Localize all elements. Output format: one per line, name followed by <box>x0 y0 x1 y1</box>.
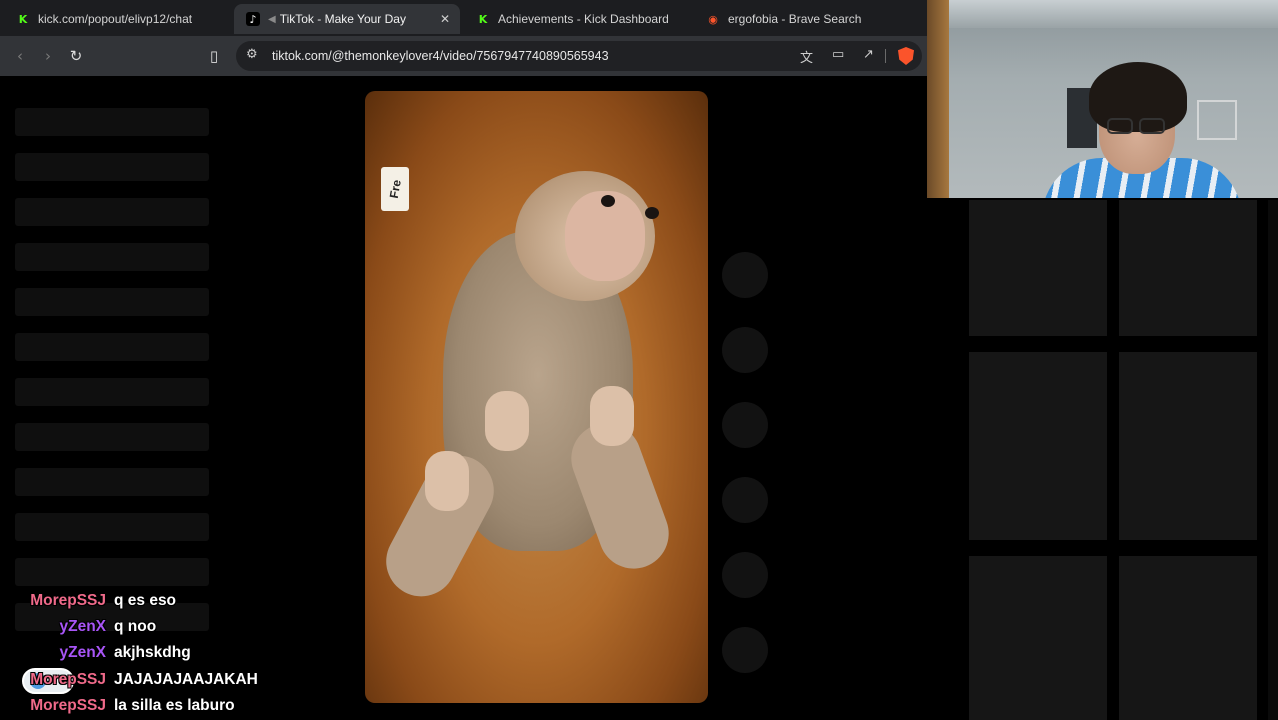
kick-icon: K <box>478 12 488 26</box>
chat-message: yZenX q noo <box>0 615 156 639</box>
address-bar[interactable]: ⚙ tiktok.com/@themonkeylover4/video/7567… <box>236 41 922 71</box>
skeleton-item <box>15 198 209 226</box>
skeleton-item <box>15 108 209 136</box>
forward-arrow-icon[interactable]: › <box>38 46 58 66</box>
tab-brave-search[interactable]: ◉ ergofobia - Brave Search <box>694 4 920 34</box>
skeleton-item <box>15 513 209 541</box>
tab-title: ergofobia - Brave Search <box>728 12 862 26</box>
chat-message: MorepSSJ q es eso <box>0 589 176 613</box>
webcam-ceiling <box>927 0 1278 28</box>
save-button[interactable] <box>722 402 768 448</box>
monkey-eye <box>645 207 659 219</box>
webcam-shelf <box>1197 100 1237 140</box>
video-player[interactable]: Fre <box>365 91 708 703</box>
chat-message: MorepSSJ JAJAJAJAAJAKAH <box>0 668 258 692</box>
speaker-icon[interactable]: ◀ <box>268 14 276 25</box>
tab-kick-chat[interactable]: K kick.com/popout/elivp12/chat <box>4 4 230 34</box>
divider <box>885 49 886 63</box>
tab-kick-achievements[interactable]: K Achievements - Kick Dashboard <box>464 4 690 34</box>
webcam-overlay <box>927 0 1278 198</box>
tab-title: kick.com/popout/elivp12/chat <box>38 12 193 26</box>
monkey-foot <box>425 451 469 511</box>
skeleton-card[interactable] <box>1119 556 1257 720</box>
chat-username: yZenX <box>59 644 106 661</box>
comment-button[interactable] <box>722 327 768 373</box>
skeleton-item <box>15 288 209 316</box>
share-button[interactable] <box>722 477 768 523</box>
glasses-icon <box>1139 118 1165 134</box>
skeleton-item <box>15 333 209 361</box>
chat-text: q noo <box>114 618 157 635</box>
monkey-eye <box>601 195 615 207</box>
tab-strip: K kick.com/popout/elivp12/chat ♪ ◀ TikTo… <box>0 0 927 36</box>
chat-username: MorepSSJ <box>30 592 106 609</box>
skeleton-item <box>15 378 209 406</box>
webcam-door <box>927 0 949 198</box>
monkey-hand <box>485 391 529 451</box>
more-button[interactable] <box>722 627 768 673</box>
skeleton-item <box>15 243 209 271</box>
translate-icon[interactable]: 文 <box>800 47 813 66</box>
tab-tiktok[interactable]: ♪ ◀ TikTok - Make Your Day ✕ <box>234 4 460 34</box>
share-icon[interactable]: ↗ <box>863 47 874 62</box>
like-button[interactable] <box>722 252 768 298</box>
skeleton-card[interactable] <box>969 352 1107 540</box>
music-button[interactable] <box>722 552 768 598</box>
chat-message: yZenX akjhskdhg <box>0 641 191 665</box>
tab-title: TikTok - Make Your Day <box>279 12 406 26</box>
brave-icon: ◉ <box>708 12 718 26</box>
chat-username: MorepSSJ <box>30 697 106 714</box>
chat-text: JAJAJAJAAJAKAH <box>114 671 258 688</box>
bookmark-icon[interactable]: ▯ <box>204 46 224 66</box>
webcam-hair <box>1089 62 1187 132</box>
skeleton-card[interactable] <box>1119 352 1257 540</box>
chat-username: MorepSSJ <box>30 671 106 688</box>
tune-icon[interactable]: ⚙ <box>246 47 258 62</box>
chat-message: MorepSSJ la silla es laburo <box>0 694 235 718</box>
skeleton-card[interactable] <box>969 200 1107 336</box>
skeleton-card[interactable] <box>1119 200 1257 336</box>
chat-text: akjhskdhg <box>114 644 191 661</box>
monkey-hand <box>590 386 634 446</box>
url-text[interactable]: tiktok.com/@themonkeylover4/video/756794… <box>272 49 609 63</box>
chat-text: la silla es laburo <box>114 697 235 714</box>
skeleton-card[interactable] <box>969 556 1107 720</box>
chat-text: q es eso <box>114 592 177 609</box>
skeleton-item <box>15 558 209 586</box>
scrollbar[interactable] <box>1268 200 1278 720</box>
tiktok-icon: ♪ <box>246 12 260 26</box>
brave-shield-icon[interactable] <box>898 47 914 65</box>
video-sticker: Fre <box>381 167 409 211</box>
cast-icon[interactable]: ▭ <box>832 47 844 62</box>
skeleton-item <box>15 468 209 496</box>
kick-icon: K <box>18 12 28 26</box>
browser-toolbar: ‹ › ↻ ▯ ⚙ tiktok.com/@themonkeylover4/vi… <box>0 36 927 76</box>
tab-title: Achievements - Kick Dashboard <box>498 12 669 26</box>
close-tab-icon[interactable]: ✕ <box>440 12 450 26</box>
back-arrow-icon[interactable]: ‹ <box>10 46 30 66</box>
chat-username: yZenX <box>59 618 106 635</box>
glasses-icon <box>1107 118 1133 134</box>
reload-icon[interactable]: ↻ <box>66 46 86 66</box>
skeleton-item <box>15 423 209 451</box>
skeleton-item <box>15 153 209 181</box>
